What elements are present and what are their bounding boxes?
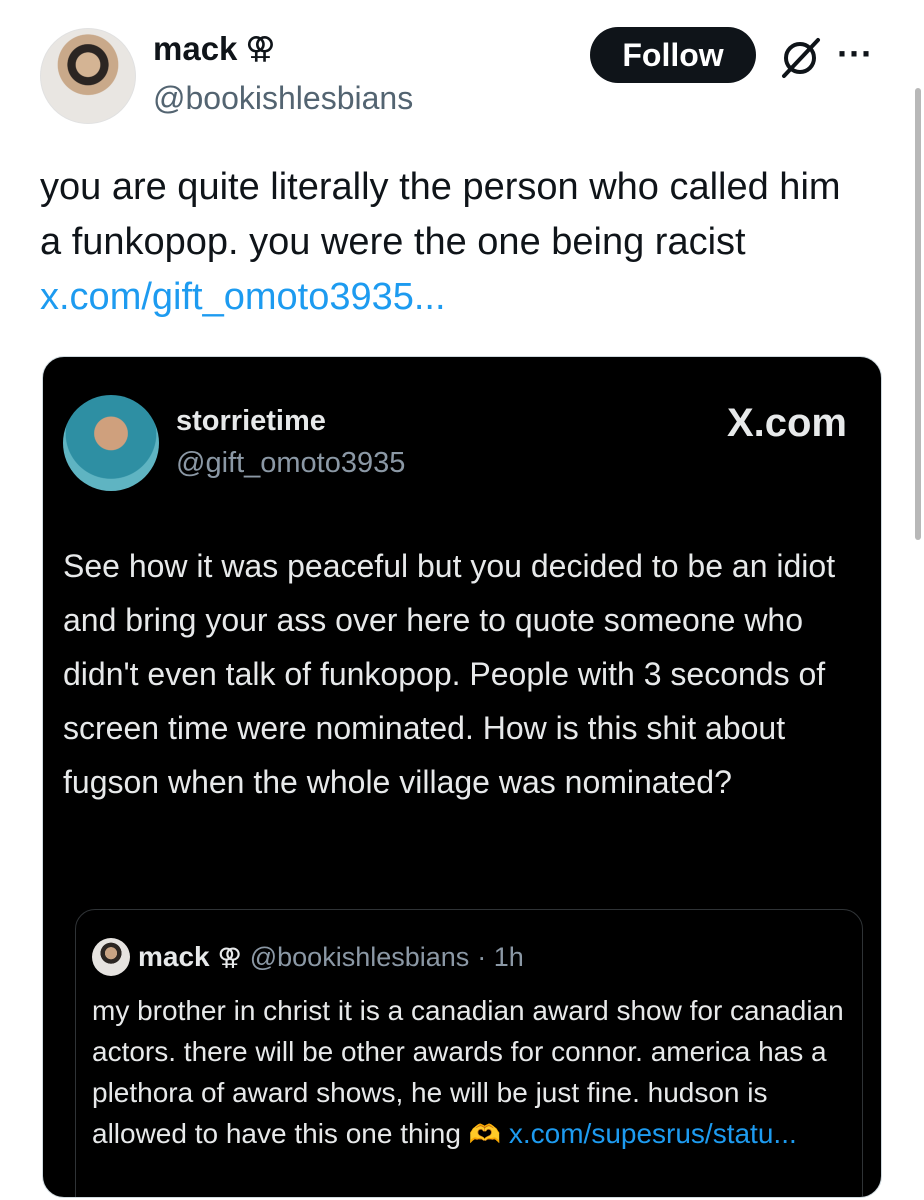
- quoted-avatar: [92, 938, 130, 976]
- card-author-name: storrietime: [176, 405, 326, 437]
- tweet-header: mack ⚢ @bookishlesbians Follow ···: [40, 26, 890, 126]
- heart-hands-icon: 🫶: [468, 1119, 502, 1149]
- tweet-text: you are quite literally the person who c…: [40, 160, 870, 325]
- double-venus-icon: ⚢: [217, 943, 242, 971]
- double-venus-icon: ⚢: [245, 32, 276, 65]
- avatar[interactable]: [40, 28, 136, 124]
- more-options-icon[interactable]: ···: [832, 36, 878, 76]
- grok-icon[interactable]: [778, 36, 822, 80]
- card-author-handle: @gift_omoto3935: [176, 447, 406, 479]
- quoted-link: x.com/supesrus/statu...: [508, 1118, 797, 1149]
- tweet-body: you are quite literally the person who c…: [40, 166, 841, 263]
- quoted-tweet: mack ⚢ @bookishlesbians · 1h my brother …: [75, 909, 863, 1197]
- x-logo-icon: X.com: [726, 401, 847, 445]
- author-handle[interactable]: @bookishlesbians: [153, 80, 413, 117]
- card-avatar: [63, 395, 159, 491]
- scrollbar[interactable]: [915, 88, 921, 540]
- card-body-text: See how it was peaceful but you decided …: [63, 548, 836, 800]
- quoted-author-handle: @bookishlesbians: [249, 941, 470, 972]
- author-name-row[interactable]: mack ⚢: [153, 30, 276, 68]
- author-name[interactable]: mack: [153, 30, 237, 68]
- tweet-link[interactable]: x.com/gift_omoto3935...: [40, 276, 446, 318]
- quoted-body: my brother in christ it is a canadian aw…: [92, 990, 852, 1155]
- quoted-tweet-header: mack ⚢ @bookishlesbians · 1h: [92, 938, 524, 976]
- quoted-author-name: mack: [138, 941, 210, 972]
- quoted-time: · 1h: [477, 941, 524, 972]
- embedded-screenshot-card[interactable]: storrietime @gift_omoto3935 X.com See ho…: [42, 356, 882, 1198]
- follow-button[interactable]: Follow: [590, 27, 756, 83]
